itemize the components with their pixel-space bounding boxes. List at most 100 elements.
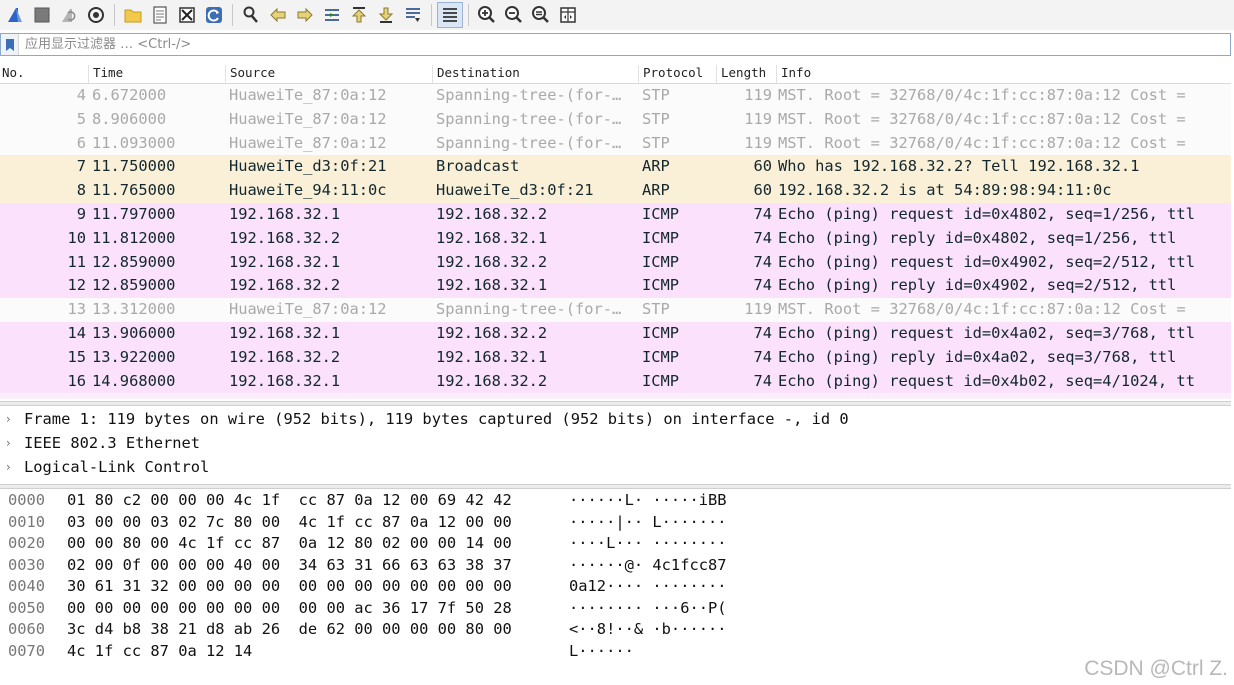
stop-square-icon[interactable] <box>29 2 55 28</box>
chevron-right-icon[interactable]: › <box>0 460 24 474</box>
hex-bytes[interactable]: 3c d4 b8 38 21 d8 ab 26 de 62 00 00 00 0… <box>67 620 512 638</box>
go-to-packet-icon[interactable] <box>319 2 345 28</box>
go-first-icon[interactable] <box>346 2 372 28</box>
column-header-destination[interactable]: Destination <box>432 65 638 83</box>
open-folder-icon[interactable] <box>120 2 146 28</box>
pane-splitter[interactable] <box>0 401 1231 406</box>
hex-offset[interactable]: 0010 <box>8 513 45 531</box>
packet-length: 60 <box>753 181 772 200</box>
packet-length: 119 <box>744 109 772 128</box>
save-file-icon[interactable] <box>147 2 173 28</box>
resize-columns-icon[interactable] <box>555 2 581 28</box>
capture-options-gear-icon[interactable] <box>83 2 109 28</box>
packet-no: 9 <box>76 204 86 223</box>
hex-bytes[interactable]: 30 61 31 32 00 00 00 00 00 00 00 00 00 0… <box>67 577 512 595</box>
go-back-icon[interactable] <box>265 2 291 28</box>
hex-ascii[interactable]: L······ <box>569 642 634 660</box>
close-file-icon[interactable] <box>174 2 200 28</box>
hex-ascii[interactable]: ······@· 4c1fcc87 <box>569 556 727 574</box>
hex-offset[interactable]: 0030 <box>8 556 45 574</box>
column-header-no[interactable]: No. <box>0 65 88 83</box>
hex-offset[interactable]: 0000 <box>8 491 45 509</box>
column-header-time[interactable]: Time <box>88 65 225 83</box>
hex-offset[interactable]: 0020 <box>8 534 45 552</box>
packet-row-partial[interactable] <box>0 393 1231 400</box>
packet-row[interactable]: 6 11.093000 HuaweiTe_87:0a:12 Spanning-tree… <box>0 131 1231 156</box>
zoom-out-icon[interactable] <box>501 2 527 28</box>
auto-scroll-icon[interactable] <box>400 2 426 28</box>
packet-protocol: STP <box>642 86 670 104</box>
detail-item-llc[interactable]: › Logical-Link Control <box>0 455 1231 479</box>
hex-bytes[interactable]: 01 80 c2 00 00 00 4c 1f cc 87 0a 12 00 6… <box>67 491 512 509</box>
packet-length: 74 <box>753 323 772 342</box>
packet-row[interactable]: 16 14.968000 192.168.32.1 192.168.32.2 ICMP 7… <box>0 369 1231 394</box>
column-header-length[interactable]: Length <box>716 65 776 83</box>
go-last-icon[interactable] <box>373 2 399 28</box>
column-header-source[interactable]: Source <box>225 65 432 83</box>
packet-row[interactable]: 9 11.797000 192.168.32.1 192.168.32.2 ICMP 74… <box>0 202 1231 227</box>
packet-row[interactable]: 14 13.906000 192.168.32.1 192.168.32.2 ICMP 7… <box>0 321 1231 346</box>
filter-bookmark-icon[interactable] <box>1 34 19 55</box>
zoom-in-icon[interactable] <box>474 2 500 28</box>
packet-info: MST. Root = 32768/0/4c:1f:cc:87:0a:12 Co… <box>778 133 1186 152</box>
hex-bytes[interactable]: 00 00 00 00 00 00 00 00 00 00 ac 36 17 7… <box>67 599 512 617</box>
packet-destination: 192.168.32.2 <box>436 252 548 271</box>
packet-info: Echo (ping) request id=0x4b02, seq=4/102… <box>778 371 1195 390</box>
hex-ascii[interactable]: ······L· ·····iBB <box>569 491 727 509</box>
hex-row: 0030 02 00 0f 00 00 00 40 00 34 63 31 66 … <box>0 554 1231 576</box>
column-header-protocol[interactable]: Protocol <box>638 65 716 83</box>
hex-offset[interactable]: 0040 <box>8 577 45 595</box>
packet-length: 60 <box>753 157 772 176</box>
chevron-right-icon[interactable]: › <box>0 436 24 450</box>
packet-protocol: ARP <box>642 157 670 176</box>
display-filter-input[interactable] <box>19 34 1230 55</box>
packet-destination: Spanning-tree-(for-… <box>436 133 622 152</box>
packet-no: 15 <box>67 347 86 366</box>
normal-size-icon[interactable] <box>528 2 554 28</box>
packet-row[interactable]: 13 13.312000 HuaweiTe_87:0a:12 Spanning-tre… <box>0 298 1231 322</box>
packet-source: HuaweiTe_87:0a:12 <box>229 86 387 104</box>
packet-length: 119 <box>744 86 772 104</box>
packet-row[interactable]: 12 12.859000 192.168.32.2 192.168.32.1 ICMP 7… <box>0 274 1231 299</box>
chevron-right-icon[interactable]: › <box>0 412 24 426</box>
reload-icon[interactable] <box>201 2 227 28</box>
packet-destination: 192.168.32.2 <box>436 371 548 390</box>
colorize-icon[interactable] <box>437 2 463 28</box>
hex-bytes[interactable]: 03 00 00 03 02 7c 80 00 4c 1f cc 87 0a 1… <box>67 513 512 531</box>
column-header-info[interactable]: Info <box>776 65 1231 83</box>
hex-offset[interactable]: 0070 <box>8 642 45 660</box>
packet-protocol: STP <box>642 300 670 319</box>
hex-ascii[interactable]: ········ ···6··P( <box>569 599 727 617</box>
detail-item-ethernet[interactable]: › IEEE 802.3 Ethernet <box>0 431 1231 455</box>
packet-row[interactable]: 8 11.765000 HuaweiTe_94:11:0c HuaweiTe_d3:0… <box>0 179 1231 203</box>
packet-row[interactable]: 5 8.906000 HuaweiTe_87:0a:12 Spanning-tree-… <box>0 107 1231 132</box>
packet-row[interactable]: 7 11.750000 HuaweiTe_d3:0f:21 Broadcast ARP 6… <box>0 155 1231 180</box>
hex-bytes[interactable]: 02 00 0f 00 00 00 40 00 34 63 31 66 63 6… <box>67 556 512 574</box>
hex-bytes[interactable]: 4c 1f cc 87 0a 12 14 <box>67 642 252 660</box>
hex-offset[interactable]: 0050 <box>8 599 45 617</box>
packet-row[interactable]: 4 6.672000 HuaweiTe_87:0a:12 Spanning-tree-… <box>0 84 1231 108</box>
hex-ascii[interactable]: ····L··· ········ <box>569 534 727 552</box>
packet-time: 13.922000 <box>92 347 176 366</box>
hex-offset[interactable]: 0060 <box>8 620 45 638</box>
packet-row[interactable]: 15 13.922000 192.168.32.2 192.168.32.1 ICMP 7… <box>0 345 1231 370</box>
hex-ascii[interactable]: <··8!··& ·b······ <box>569 620 727 638</box>
packet-info: Echo (ping) reply id=0x4a02, seq=3/768, … <box>778 347 1177 366</box>
packet-time: 11.765000 <box>92 181 176 200</box>
hex-ascii[interactable]: 0a12···· ········ <box>569 577 727 595</box>
restart-fin-icon[interactable] <box>56 2 82 28</box>
find-packet-icon[interactable] <box>238 2 264 28</box>
packet-row[interactable]: 10 11.812000 192.168.32.2 192.168.32.1 ICMP 7… <box>0 226 1231 251</box>
packet-no: 12 <box>67 276 86 295</box>
packet-protocol: ICMP <box>642 228 680 247</box>
packet-no: 11 <box>67 252 86 271</box>
detail-item-frame[interactable]: › Frame 1: 119 bytes on wire (952 bits),… <box>0 407 1231 431</box>
shark-fin-start-icon[interactable] <box>2 2 28 28</box>
packet-time: 12.859000 <box>92 252 176 271</box>
hex-ascii[interactable]: ·····|·· L······· <box>569 513 727 531</box>
go-forward-icon[interactable] <box>292 2 318 28</box>
packet-destination: 192.168.32.1 <box>436 276 548 295</box>
packet-destination: 192.168.32.1 <box>436 228 548 247</box>
packet-row[interactable]: 11 12.859000 192.168.32.1 192.168.32.2 ICMP 7… <box>0 250 1231 275</box>
hex-bytes[interactable]: 00 00 80 00 4c 1f cc 87 0a 12 80 02 00 0… <box>67 534 512 552</box>
